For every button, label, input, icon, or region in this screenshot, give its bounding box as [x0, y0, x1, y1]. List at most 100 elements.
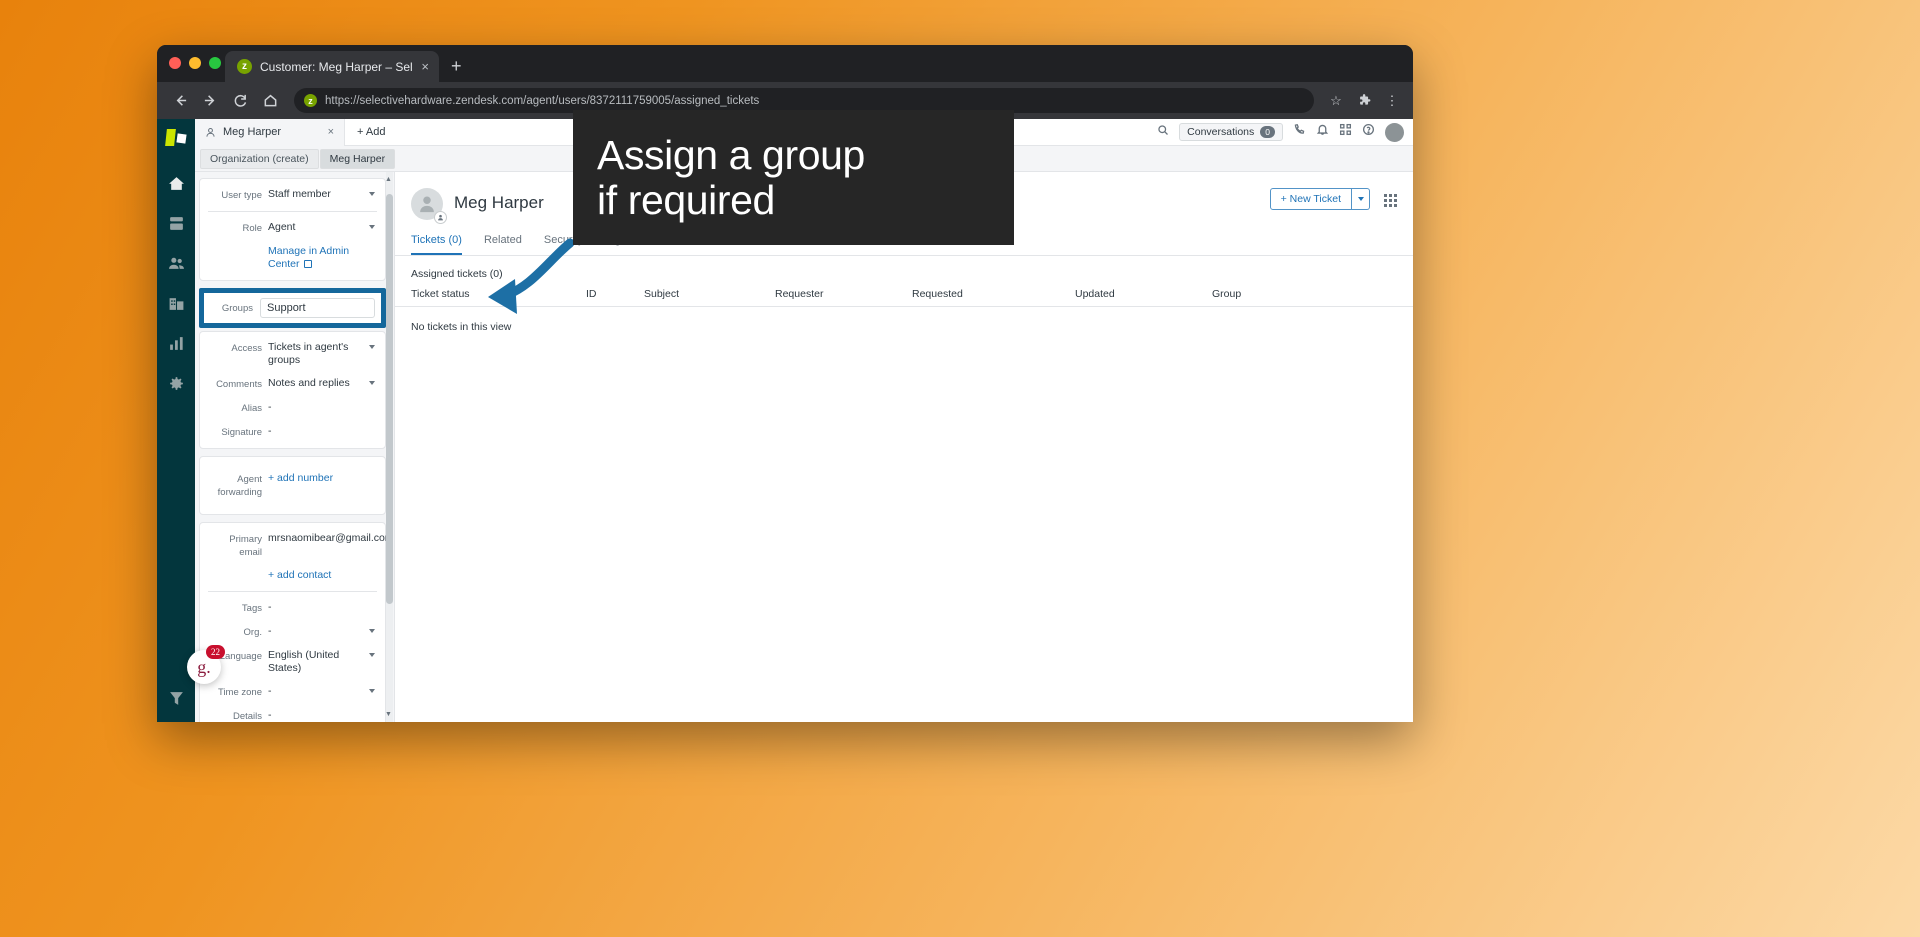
agent-settings-card: Access Tickets in agent's groups Comment… [199, 331, 386, 449]
feedback-widget-button[interactable]: g. 22 [187, 645, 225, 684]
bell-icon[interactable] [1316, 123, 1329, 141]
extensions-icon[interactable] [1353, 90, 1375, 112]
workspace-tab-meg-harper[interactable]: Meg Harper × [195, 118, 345, 146]
help-icon[interactable] [1362, 123, 1375, 141]
details-value: - [268, 709, 272, 721]
agent-forwarding-label: Agent forwarding [217, 474, 262, 498]
new-tab-button[interactable]: + [439, 51, 474, 82]
maximize-window-button[interactable] [209, 57, 221, 69]
new-ticket-dropdown-button[interactable] [1352, 188, 1370, 210]
bookmark-star-icon[interactable]: ☆ [1325, 90, 1347, 112]
user-type-label: User type [221, 190, 262, 201]
comments-row[interactable]: Comments Notes and replies [200, 372, 385, 396]
browser-tab-title: Customer: Meg Harper – Selectiv [260, 59, 413, 74]
callout-arrow-icon [488, 238, 575, 314]
new-ticket-group: + New Ticket [1269, 188, 1370, 210]
time-zone-row[interactable]: Time zone - [200, 680, 385, 704]
primary-email-value: mrsnaomibear@gmail.com [268, 532, 394, 545]
url-text: https://selectivehardware.zendesk.com/ag… [325, 94, 760, 107]
scroll-down-icon[interactable]: ▼ [384, 709, 393, 720]
alias-value: - [268, 401, 272, 413]
breadcrumb-meg-harper[interactable]: Meg Harper [319, 148, 396, 169]
sidebar-item-reporting[interactable] [166, 333, 186, 353]
feedback-widget-count-badge: 22 [206, 645, 225, 659]
time-zone-label: Time zone [218, 687, 262, 698]
feedback-widget-label: g. [197, 656, 211, 677]
properties-scrollbar-thumb[interactable] [386, 194, 393, 604]
scroll-up-icon[interactable]: ▲ [384, 174, 393, 185]
close-tab-icon[interactable]: × [421, 60, 429, 73]
phone-icon[interactable] [1293, 123, 1306, 141]
back-icon[interactable] [167, 88, 193, 114]
add-number-link[interactable]: + add number [268, 472, 377, 485]
home-icon[interactable] [257, 88, 283, 114]
sidebar-item-organizations[interactable] [166, 293, 186, 313]
access-value: Tickets in agent's groups [268, 341, 377, 367]
conversations-button[interactable]: Conversations 0 [1179, 123, 1283, 141]
tags-row[interactable]: Tags - [200, 596, 385, 620]
role-row[interactable]: Role Agent [200, 216, 385, 240]
close-window-button[interactable] [169, 57, 181, 69]
user-properties-panel: User type Staff member Role Agent Manage… [195, 172, 395, 722]
comments-value: Notes and replies [268, 377, 377, 390]
alias-row[interactable]: Alias - [200, 396, 385, 420]
manage-admin-center-row[interactable]: Manage in Admin Center [200, 240, 385, 276]
current-user-avatar[interactable] [1385, 122, 1404, 142]
column-updated[interactable]: Updated [1075, 288, 1212, 300]
details-label: Details [232, 711, 262, 722]
user-icon [206, 127, 215, 137]
manage-in-admin-center-link[interactable]: Manage in Admin Center [268, 245, 377, 271]
user-avatar [411, 188, 447, 224]
column-subject[interactable]: Subject [644, 288, 775, 300]
chevron-down-icon [369, 689, 375, 693]
forward-icon[interactable] [197, 88, 223, 114]
tags-value: - [268, 601, 272, 613]
user-type-card: User type Staff member Role Agent Manage… [199, 178, 386, 281]
minimize-window-button[interactable] [189, 57, 201, 69]
sidebar-item-admin[interactable] [166, 373, 186, 393]
sidebar-item-customers[interactable] [166, 253, 186, 273]
apps-grid-icon[interactable] [1339, 123, 1352, 141]
details-row[interactable]: Details - [200, 704, 385, 722]
role-value: Agent [268, 221, 377, 234]
reload-icon[interactable] [227, 88, 253, 114]
new-ticket-button[interactable]: + New Ticket [1269, 188, 1352, 210]
agent-forwarding-row[interactable]: Agent forwarding + add number [200, 467, 385, 504]
add-contact-row[interactable]: + add contact [200, 564, 385, 587]
zendesk-sidebar-rail [157, 119, 195, 722]
browser-tab[interactable]: z Customer: Meg Harper – Selectiv × [225, 51, 439, 82]
divider [208, 211, 377, 212]
user-type-row[interactable]: User type Staff member [200, 183, 385, 207]
signature-row[interactable]: Signature - [200, 420, 385, 444]
primary-email-row[interactable]: Primary email mrsnaomibear@gmail.com [200, 527, 393, 564]
chevron-down-icon [369, 192, 375, 196]
window-controls[interactable] [169, 57, 221, 69]
close-workspace-tab-icon[interactable]: × [328, 126, 334, 138]
search-icon[interactable] [1157, 123, 1169, 141]
sidebar-item-home[interactable] [166, 173, 186, 193]
conversations-count-badge: 0 [1260, 126, 1275, 138]
sidebar-item-apps[interactable] [166, 688, 186, 708]
add-contact-link[interactable]: + add contact [268, 569, 377, 582]
apps-panel-icon[interactable] [1384, 194, 1397, 207]
column-group[interactable]: Group [1212, 288, 1332, 300]
topbar-actions: Conversations 0 [1157, 122, 1413, 142]
groups-input[interactable]: Support [260, 298, 375, 318]
sidebar-item-views[interactable] [166, 213, 186, 233]
add-tab-button[interactable]: + Add [345, 126, 397, 138]
alias-label: Alias [241, 403, 262, 414]
time-zone-value: - [268, 685, 377, 698]
org-row[interactable]: Org. - [200, 620, 385, 644]
access-row[interactable]: Access Tickets in agent's groups [200, 336, 385, 372]
column-requester[interactable]: Requester [775, 288, 912, 300]
browser-menu-icon[interactable]: ⋮ [1381, 90, 1403, 112]
signature-value: - [268, 425, 272, 437]
page-title: Meg Harper [454, 193, 544, 212]
language-value: English (United States) [268, 649, 377, 675]
callout-line-2: if required [597, 176, 775, 223]
language-row[interactable]: Language English (United States) [200, 644, 385, 680]
role-label: Role [242, 223, 262, 234]
toolbar-actions: ☆ ⋮ [1325, 90, 1403, 112]
column-requested[interactable]: Requested [912, 288, 1075, 300]
breadcrumb-organization-create[interactable]: Organization (create) [200, 148, 319, 169]
